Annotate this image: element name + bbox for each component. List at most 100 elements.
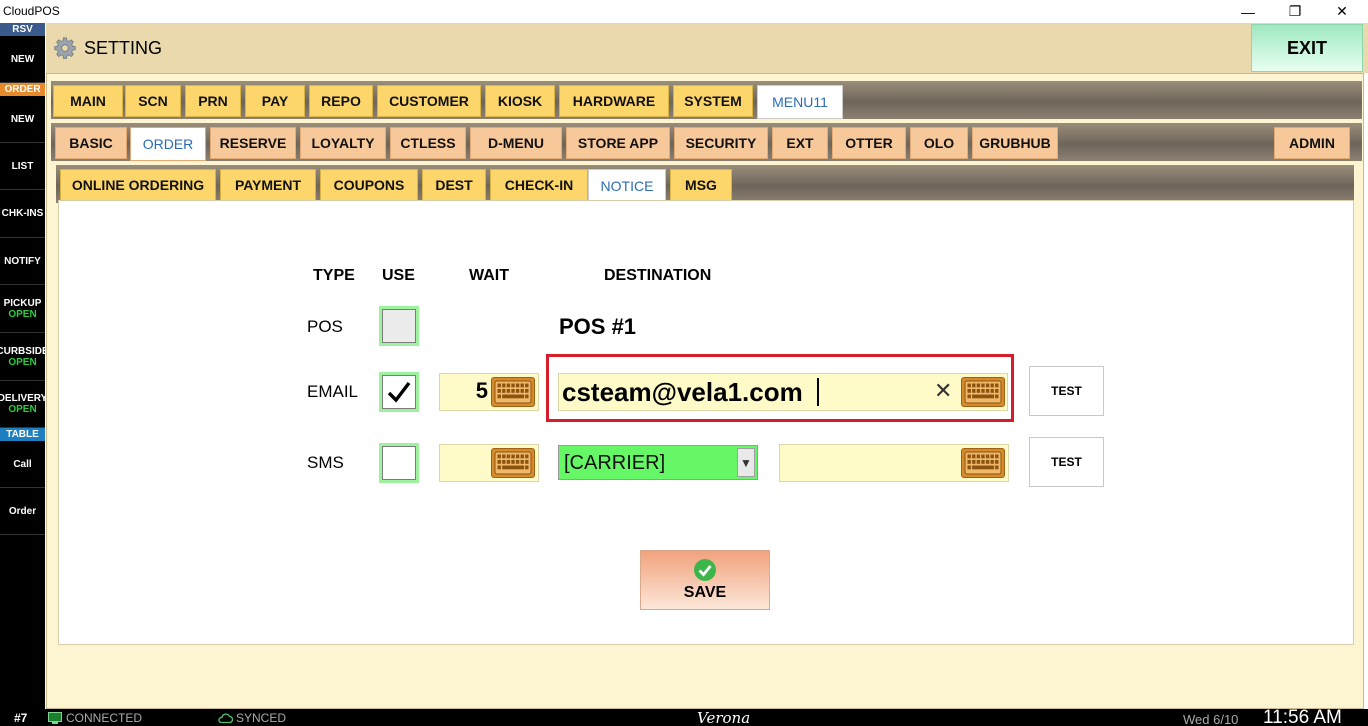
keyboard-icon (964, 451, 1002, 475)
tab-olo[interactable]: OLO (910, 127, 968, 159)
tab-check-in[interactable]: CHECK-IN (490, 169, 588, 201)
col-destination-header: DESTINATION (604, 267, 712, 284)
sidebar-item-new[interactable]: NEW (0, 96, 45, 143)
pos-use-checkbox[interactable] (379, 306, 419, 346)
maximize-button[interactable]: ❐ (1272, 0, 1318, 23)
sidebar-item-label: NEW (10, 113, 35, 125)
status-date: Wed 6/10 (1183, 712, 1239, 726)
keyboard-icon (964, 380, 1002, 404)
tab-kiosk[interactable]: KIOSK (485, 85, 555, 117)
tab-main[interactable]: MAIN (53, 85, 123, 117)
tab-notice[interactable]: NOTICE (588, 169, 666, 203)
sidebar-item-new[interactable]: NEW (0, 36, 45, 83)
sms-carrier-select[interactable]: [CARRIER] ▼ (558, 445, 758, 480)
sidebar-item-delivery[interactable]: DELIVERY OPEN (0, 381, 45, 428)
clear-icon[interactable]: ✕ (934, 378, 952, 404)
tab-scn[interactable]: SCN (125, 85, 181, 117)
tab-row-order: ONLINE ORDERING PAYMENT COUPONS DEST CHECK-I… (56, 165, 1354, 203)
tab-coupons[interactable]: COUPONS (320, 169, 418, 201)
tab-payment[interactable]: PAYMENT (220, 169, 316, 201)
tab-msg[interactable]: MSG (670, 169, 732, 201)
sms-number-keyboard-button[interactable] (961, 448, 1005, 478)
save-button[interactable]: SAVE (640, 550, 770, 610)
tab-store-app[interactable]: STORE APP (566, 127, 670, 159)
sidebar-item-status: OPEN (8, 356, 37, 368)
tab-grubhub[interactable]: GRUBHUB (972, 127, 1058, 159)
header: SETTING EXIT (46, 23, 1368, 73)
close-window-button[interactable]: ✕ (1319, 0, 1365, 23)
minimize-icon: — (1241, 3, 1255, 20)
sidebar-section-order: ORDER (0, 83, 45, 96)
pos-label: POS (307, 317, 343, 336)
tab-system[interactable]: SYSTEM (673, 85, 753, 117)
tab-online-ordering[interactable]: ONLINE ORDERING (60, 169, 216, 201)
tab-ctless[interactable]: CTLESS (390, 127, 466, 159)
store-name: Verona (697, 709, 751, 726)
sidebar-item-label: DELIVERY (0, 393, 45, 404)
sidebar-item-label: NOTIFY (4, 255, 41, 267)
left-sidebar: RSV NEW ORDER NEW LIST CHK-INS NOTIFY PICKUP OPE… (0, 23, 45, 709)
sidebar-item-notify[interactable]: NOTIFY (0, 238, 45, 285)
tab-admin[interactable]: ADMIN (1274, 127, 1350, 159)
network-icon (48, 712, 62, 726)
sidebar-item-curbside[interactable]: CURBSIDEOPEN (0, 333, 45, 381)
tab-repo[interactable]: REPO (309, 85, 373, 117)
cloud-icon (217, 712, 234, 726)
tab-basic[interactable]: BASIC (55, 127, 127, 159)
col-use-header: USE (382, 267, 415, 284)
terminal-number: #7 (14, 711, 28, 725)
text-caret (817, 378, 819, 406)
sms-use-checkbox[interactable] (379, 443, 419, 483)
page-title: SETTING (84, 38, 163, 58)
tab-security[interactable]: SECURITY (674, 127, 768, 159)
sidebar-item-label: PICKUP (3, 297, 42, 309)
email-wait-keyboard-button[interactable] (491, 377, 535, 407)
email-label: EMAIL (307, 382, 359, 401)
sidebar-item-status: OPEN (8, 308, 37, 320)
tab-customer[interactable]: CUSTOMER (377, 85, 481, 117)
sidebar-item-label: Order (8, 505, 37, 517)
sidebar-item-pickup[interactable]: PICKUP OPEN (0, 285, 45, 333)
close-icon: ✕ (1336, 3, 1348, 19)
keyboard-icon (494, 451, 532, 475)
tab-menu11[interactable]: MENU11 (757, 85, 843, 119)
sidebar-item-label: NEW (10, 53, 35, 65)
sidebar-section-rsv: RSV (0, 23, 45, 36)
sidebar-item-order[interactable]: Order (0, 488, 45, 535)
sidebar-item-label: Call (13, 458, 32, 470)
email-destination-value: csteam@vela1.com (562, 377, 803, 407)
tab-loyalty[interactable]: LOYALTY (300, 127, 386, 159)
save-label: SAVE (683, 584, 727, 601)
tab-hardware[interactable]: HARDWARE (559, 85, 669, 117)
tab-row-menu11: BASIC ORDER RESERVE LOYALTY CTLESS D-MENU STOR… (51, 123, 1362, 161)
keyboard-icon (494, 380, 532, 404)
sync-status: SYNCED (236, 711, 287, 725)
sidebar-item-chk-ins[interactable]: CHK-INS (0, 190, 45, 238)
exit-button[interactable]: EXIT (1251, 24, 1363, 72)
tab-d-menu[interactable]: D-MENU (470, 127, 562, 159)
sms-wait-keyboard-button[interactable] (491, 448, 535, 478)
tab-reserve[interactable]: RESERVE (210, 127, 296, 159)
tab-prn[interactable]: PRN (185, 85, 241, 117)
email-test-button[interactable]: TEST (1029, 366, 1104, 416)
tab-pay[interactable]: PAY (245, 85, 305, 117)
app-title: CloudPOS (3, 4, 60, 18)
status-time: 11:56 AM (1263, 707, 1342, 726)
email-use-checkbox[interactable] (379, 372, 419, 412)
sidebar-item-label: LIST (11, 160, 34, 172)
tab-order[interactable]: ORDER (130, 127, 206, 161)
sidebar-item-label: CHK-INS (1, 208, 44, 219)
tab-otter[interactable]: OTTER (832, 127, 906, 159)
pos-destination: POS #1 (559, 314, 637, 339)
tab-ext[interactable]: EXT (772, 127, 828, 159)
sms-carrier-value: [CARRIER] (564, 452, 666, 474)
checkmark-icon (387, 381, 411, 403)
tab-row-main: MAIN SCN PRN PAY REPO CUSTOMER KIOSK HARDWARE SY… (51, 81, 1362, 119)
sms-test-button[interactable]: TEST (1029, 437, 1104, 487)
sidebar-item-call[interactable]: Call (0, 441, 45, 488)
email-destination-keyboard-button[interactable] (961, 377, 1005, 407)
sidebar-item-list[interactable]: LIST (0, 143, 45, 190)
gear-icon (54, 37, 76, 59)
minimize-button[interactable]: — (1225, 0, 1271, 23)
tab-dest[interactable]: DEST (422, 169, 486, 201)
